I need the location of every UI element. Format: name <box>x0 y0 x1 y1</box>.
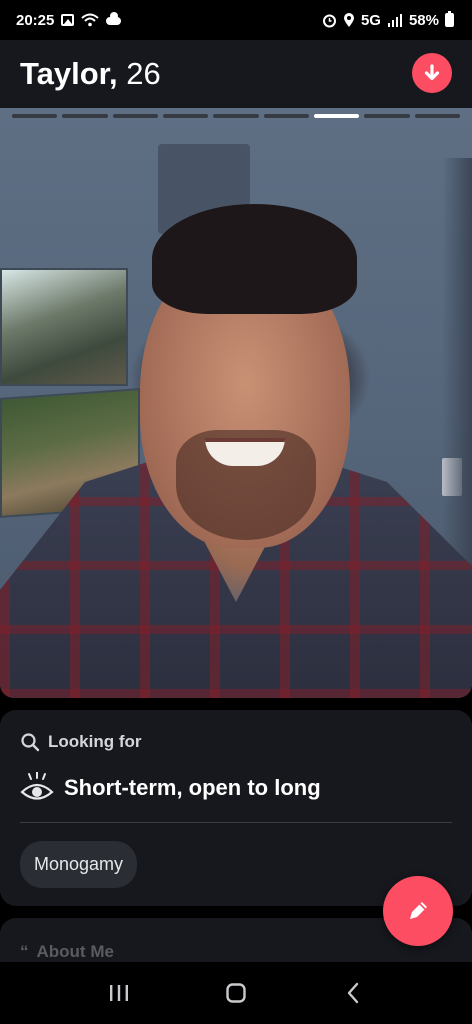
back-button[interactable] <box>333 973 373 1013</box>
photo-progress-segment[interactable] <box>213 114 259 118</box>
profile-header: Taylor, 26 <box>0 40 472 108</box>
search-icon <box>21 733 40 752</box>
alarm-icon <box>322 14 336 27</box>
recents-button[interactable] <box>99 973 139 1013</box>
profile-name-age: Taylor, 26 <box>20 56 161 92</box>
battery-icon <box>445 11 454 27</box>
location-icon <box>343 13 354 27</box>
gallery-icon <box>61 14 75 26</box>
status-bar: 20:25 5G 58% <box>0 0 472 40</box>
home-icon <box>226 983 246 1003</box>
home-button[interactable] <box>216 973 256 1013</box>
relationship-type-chip: Monogamy <box>20 841 138 888</box>
photo-progress-segment[interactable] <box>364 114 410 118</box>
battery-percent: 58% <box>408 11 439 29</box>
cloud-icon <box>106 12 122 25</box>
collapse-profile-button[interactable] <box>412 53 452 93</box>
photo-progress-indicator <box>12 114 460 119</box>
back-icon <box>348 982 359 1004</box>
photo-progress-segment[interactable] <box>12 114 58 118</box>
pencil-icon <box>410 902 427 919</box>
signal-icon <box>387 14 402 27</box>
recents-icon <box>109 985 128 1001</box>
looking-for-card: Looking for Short-term, open to long Mon… <box>0 710 472 906</box>
wifi-icon <box>81 13 100 27</box>
hair <box>152 204 357 314</box>
photo-progress-segment[interactable] <box>162 114 209 118</box>
network-type: 5G <box>360 11 381 29</box>
looking-for-label: Looking for <box>48 732 142 751</box>
wall-photo-1 <box>0 268 128 386</box>
profile-name: Taylor, <box>20 56 118 91</box>
about-me-title: About Me <box>36 942 114 961</box>
quote-icon: “ <box>20 942 29 961</box>
profile-age: 26 <box>126 56 161 91</box>
photo-progress-segment[interactable] <box>112 114 158 118</box>
photo-progress-segment[interactable] <box>263 114 309 118</box>
photo-progress-segment[interactable] <box>62 114 108 118</box>
divider <box>20 822 452 823</box>
system-navigation-bar <box>0 962 472 1024</box>
profile-photo[interactable] <box>0 108 472 698</box>
photo-progress-segment[interactable] <box>313 114 360 118</box>
status-time: 20:25 <box>16 11 55 29</box>
eye-icon <box>20 772 54 800</box>
edit-profile-button[interactable] <box>383 876 453 946</box>
arrow-down-icon <box>424 64 440 81</box>
photo-progress-segment[interactable] <box>414 114 460 118</box>
looking-for-value: Short-term, open to long <box>64 775 321 800</box>
